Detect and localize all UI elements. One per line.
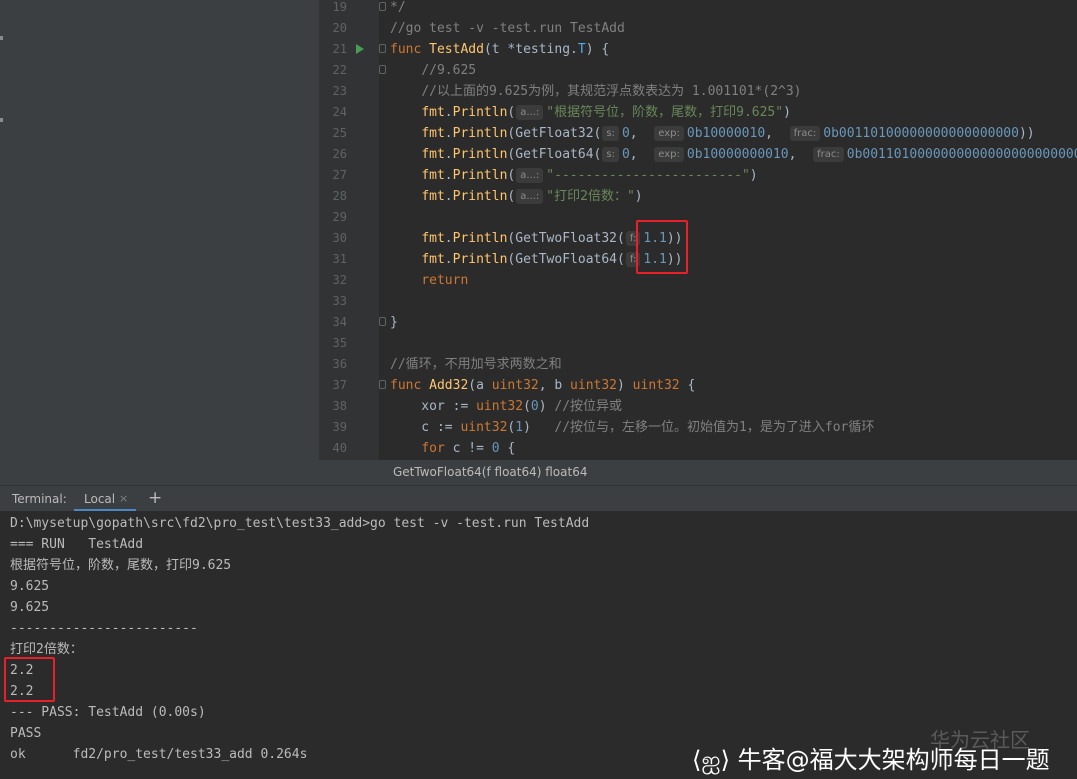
line-number: 31	[332, 252, 347, 266]
fold-icon[interactable]	[379, 380, 386, 389]
code-line[interactable]: 25 fmt.Println(GetFloat32(s: 0, exp: 0b100…	[319, 123, 1077, 144]
tab-local[interactable]: Local ×	[74, 486, 136, 512]
code-line[interactable]: 21 func TestAdd(t *testing.T) {	[319, 39, 1077, 60]
code-text: func TestAdd(t *testing.T) {	[390, 42, 610, 57]
code-editor[interactable]: 19 */ 20 //go test -v -test.run TestAdd 21 fu…	[319, 0, 1077, 460]
code-text: fmt.Println(GetFloat64(s: 0, exp: 0b100000…	[421, 147, 1077, 162]
highlight-box-results	[4, 657, 55, 702]
code-text: //9.625	[421, 63, 477, 78]
project-panel	[8, 0, 319, 485]
code-line[interactable]: 30 fmt.Println(GetTwoFloat32(f: 1.1))	[319, 228, 1077, 249]
line-number: 24	[332, 105, 347, 119]
code-line[interactable]: 19 */	[319, 0, 1077, 18]
line-number: 19	[332, 0, 347, 14]
fold-icon[interactable]	[379, 44, 386, 53]
watermark-main: ⟨ஐ⟩ 牛客@福大大架构师每日一题	[692, 746, 1050, 774]
signature-hint-text: GetTwoFloat64(f float64) float64	[393, 465, 588, 479]
close-icon[interactable]: ×	[119, 492, 128, 505]
line-number: 38	[332, 399, 347, 413]
signature-hint: GetTwoFloat64(f float64) float64	[319, 460, 1077, 485]
code-line[interactable]: 35	[319, 333, 1077, 354]
code-text: func Add32(a uint32, b uint32) uint32 {	[390, 378, 696, 393]
terminal-title: Terminal:	[12, 492, 67, 506]
code-line[interactable]: 38 xor := uint32(0) //按位异或	[319, 396, 1077, 417]
code-line[interactable]: 36 //循环，不用加号求两数之和	[319, 354, 1077, 375]
code-text: fmt.Println(a...: "根据符号位，阶数，尾数，打印9.625")	[421, 105, 791, 120]
code-text: fmt.Println(a...: "----------------------…	[421, 168, 758, 183]
code-line[interactable]: 24 fmt.Println(a...: "根据符号位，阶数，尾数，打印9.625…	[319, 102, 1077, 123]
code-text: //go test -v -test.run TestAdd	[390, 21, 625, 36]
terminal-line: ------------------------	[10, 621, 198, 636]
code-text: }	[390, 315, 398, 330]
line-number: 35	[332, 336, 347, 350]
code-text: fmt.Println(GetFloat32(s: 0, exp: 0b100000…	[421, 126, 1035, 141]
fold-icon[interactable]	[379, 2, 386, 11]
line-number: 37	[332, 378, 347, 392]
fold-icon[interactable]	[379, 65, 386, 74]
terminal-line: === RUN TestAdd	[10, 537, 144, 552]
line-number: 33	[332, 294, 347, 308]
code-line[interactable]: 31 fmt.Println(GetTwoFloat64(f: 1.1))	[319, 249, 1077, 270]
code-line[interactable]: 29	[319, 207, 1077, 228]
code-line[interactable]: 20 //go test -v -test.run TestAdd	[319, 18, 1077, 39]
run-gutter-icon[interactable]	[356, 44, 364, 54]
fold-icon[interactable]	[379, 317, 386, 326]
code-line[interactable]: 34}	[319, 312, 1077, 333]
line-number: 29	[332, 210, 347, 224]
terminal-output[interactable]: D:\mysetup\gopath\src\fd2\pro_test\test3…	[0, 511, 1077, 779]
code-text: */	[390, 0, 406, 15]
line-number: 25	[332, 126, 347, 140]
line-number: 32	[332, 273, 347, 287]
left-tool-strip	[0, 0, 8, 485]
line-number: 36	[332, 357, 347, 371]
tab-local-label: Local	[84, 492, 116, 506]
terminal-line: 9.625	[10, 600, 50, 615]
line-number: 30	[332, 231, 347, 245]
code-text: //循环，不用加号求两数之和	[390, 357, 562, 372]
terminal-line: 根据符号位，阶数，尾数，打印9.625	[10, 558, 232, 573]
terminal-line: PASS	[10, 726, 42, 741]
code-text: fmt.Println(a...: "打印2倍数：")	[421, 189, 643, 204]
terminal-line: --- PASS: TestAdd (0.00s)	[10, 705, 206, 720]
code-line[interactable]: 40 for c != 0 {	[319, 438, 1077, 459]
line-number: 22	[332, 63, 347, 77]
code-line[interactable]: 26 fmt.Println(GetFloat64(s: 0, exp: 0b100…	[319, 144, 1077, 165]
code-text: return	[421, 273, 469, 288]
code-text: c := uint32(1) //按位与，左移一位。初始值为1，是为了进入for…	[390, 420, 875, 435]
terminal-toolbar: Terminal: Local × +	[0, 485, 1077, 512]
code-line[interactable]: 37 func Add32(a uint32, b uint32) uint32 …	[319, 375, 1077, 396]
terminal-line: 9.625	[10, 579, 50, 594]
strip-marker	[0, 118, 3, 122]
line-number: 39	[332, 420, 347, 434]
code-line[interactable]: 28 fmt.Println(a...: "打印2倍数：")	[319, 186, 1077, 207]
line-number: 27	[332, 168, 347, 182]
code-line[interactable]: 23 //以上面的9.625为例，其规范浮点数表达为 1.001101*(2^3…	[319, 81, 1077, 102]
terminal-line: ok fd2/pro_test/test33_add 0.264s	[10, 747, 308, 762]
line-number: 40	[332, 441, 347, 455]
line-number: 26	[332, 147, 347, 161]
line-number: 20	[332, 21, 347, 35]
code-text: xor := uint32(0) //按位异或	[390, 399, 623, 414]
code-line[interactable]: 27 fmt.Println(a...: "-------------------…	[319, 165, 1077, 186]
code-text: //以上面的9.625为例，其规范浮点数表达为 1.001101*(2^3)	[421, 84, 802, 99]
code-line[interactable]: 33	[319, 291, 1077, 312]
new-terminal-plus-icon[interactable]: +	[148, 488, 162, 508]
line-number: 21	[332, 42, 347, 56]
terminal-line: D:\mysetup\gopath\src\fd2\pro_test\test3…	[10, 516, 590, 531]
code-line[interactable]: 32 return	[319, 270, 1077, 291]
highlight-box-arguments	[636, 220, 688, 274]
line-number: 34	[332, 315, 347, 329]
code-text: for c != 0 {	[421, 441, 516, 456]
strip-marker	[0, 36, 3, 40]
code-line[interactable]: 22 //9.625	[319, 60, 1077, 81]
code-line[interactable]: 39 c := uint32(1) //按位与，左移一位。初始值为1，是为了进入…	[319, 417, 1077, 438]
line-number: 28	[332, 189, 347, 203]
line-number: 23	[332, 84, 347, 98]
